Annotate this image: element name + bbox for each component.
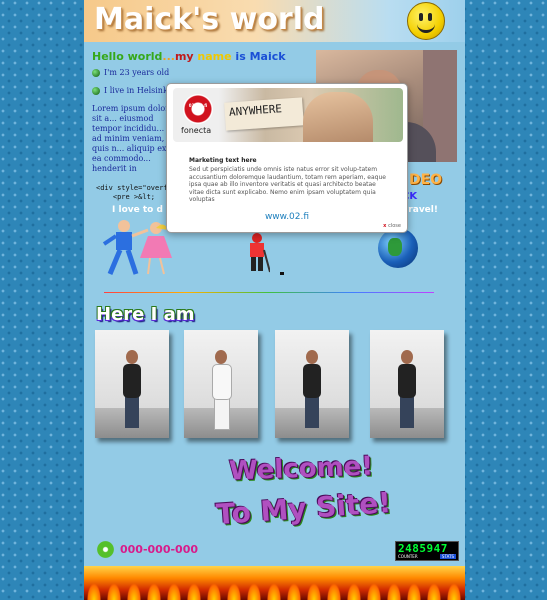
hockey-player-image xyxy=(250,233,270,273)
welcome-word-art: Welcome! xyxy=(228,451,374,487)
to-my-site-word-art: To My Site! xyxy=(215,485,393,532)
green-bullet-icon xyxy=(92,87,100,95)
fire-footer xyxy=(84,566,465,600)
is-word: is xyxy=(231,50,246,63)
travel-label: travel! xyxy=(404,205,438,215)
video-label: DEO xyxy=(409,172,443,188)
smiley-icon xyxy=(407,2,445,40)
site-title: Maick's world xyxy=(94,2,325,37)
rainbow-divider xyxy=(104,292,434,293)
header-banner: Maick's world xyxy=(84,0,465,42)
my-word: my xyxy=(174,50,194,63)
fonecta-badge-text: 02202.fi xyxy=(188,103,208,108)
puck xyxy=(280,272,284,275)
lorem-paragraph: Lorem ipsum dolor sit a... eiusmod tempo… xyxy=(92,104,170,172)
close-label: close xyxy=(388,223,401,229)
ad-popup: 02202.fi fonecta ANYWHERE Marketing text… xyxy=(166,83,408,233)
fonecta-label: fonecta xyxy=(181,126,212,135)
name-word: name xyxy=(193,50,232,63)
popup-banner[interactable]: 02202.fi fonecta ANYWHERE xyxy=(173,88,403,142)
popup-photo xyxy=(303,92,373,142)
city-item: I live in Helsinki xyxy=(92,86,170,95)
counter-stats-link[interactable]: STATS xyxy=(439,554,456,559)
love-label: I love to d xyxy=(112,205,163,215)
phone-number: 000-000-000 xyxy=(120,543,199,556)
gallery-photo[interactable] xyxy=(275,330,349,438)
world-word: world xyxy=(123,50,163,63)
age-item: I'm 23 years old xyxy=(92,68,169,77)
gallery-photo[interactable] xyxy=(184,330,258,438)
age-text: I'm 23 years old xyxy=(104,68,170,77)
popup-close-button[interactable]: x close xyxy=(383,223,401,229)
maick-word: Maick xyxy=(245,50,286,63)
dots: ... xyxy=(162,50,175,63)
popup-link[interactable]: www.02.fi xyxy=(167,212,407,222)
here-i-am-heading: Here I am xyxy=(96,304,195,325)
popup-title: Marketing text here xyxy=(189,157,257,164)
hello-line: Hello world...my name is Maick xyxy=(92,50,286,63)
gallery-photo[interactable] xyxy=(370,330,444,438)
fonecta-logo-icon xyxy=(183,94,213,124)
green-bullet-icon xyxy=(92,69,100,77)
globe-icon xyxy=(378,228,418,268)
counter-label: COUNTER xyxy=(398,554,418,559)
popup-body: Sed ut perspiciatis unde omnis iste natu… xyxy=(189,166,386,203)
gallery-photo[interactable] xyxy=(95,330,169,438)
city-text: I live in Helsinki xyxy=(104,86,171,95)
visitor-counter[interactable]: 2485947 COUNTER STATS xyxy=(395,541,459,561)
hello-word: Hello xyxy=(92,50,124,63)
flower-icon xyxy=(97,541,114,558)
